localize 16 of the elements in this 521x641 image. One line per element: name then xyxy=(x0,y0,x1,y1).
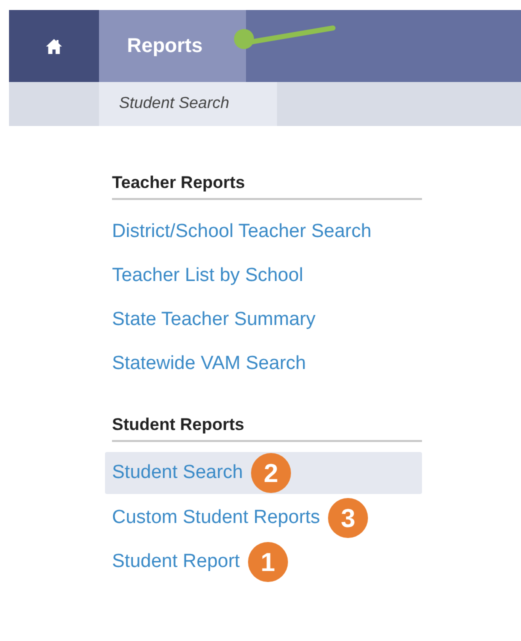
nav-tab[interactable]: Reports xyxy=(99,10,246,82)
section-heading: Student Reports xyxy=(111,414,246,436)
callout-badge: 1 xyxy=(248,542,288,582)
callout-badge: 3 xyxy=(328,498,368,538)
subnav-tab[interactable]: Student Search xyxy=(99,82,277,126)
section-heading: Teacher Reports xyxy=(111,172,246,194)
callout-badge: 2 xyxy=(250,453,291,493)
report-link[interactable]: District/School Teacher Search xyxy=(112,221,372,243)
home-tab[interactable] xyxy=(9,10,99,82)
report-link[interactable]: Student Report xyxy=(112,551,240,573)
report-link[interactable]: Custom Student Reports xyxy=(112,507,320,529)
report-link[interactable]: State Teacher Summary xyxy=(112,309,316,331)
report-link[interactable]: Teacher List by School xyxy=(112,265,304,287)
report-link[interactable]: Statewide VAM Search xyxy=(112,353,306,375)
report-link[interactable]: Student Search xyxy=(112,462,243,484)
home-icon xyxy=(46,38,62,54)
